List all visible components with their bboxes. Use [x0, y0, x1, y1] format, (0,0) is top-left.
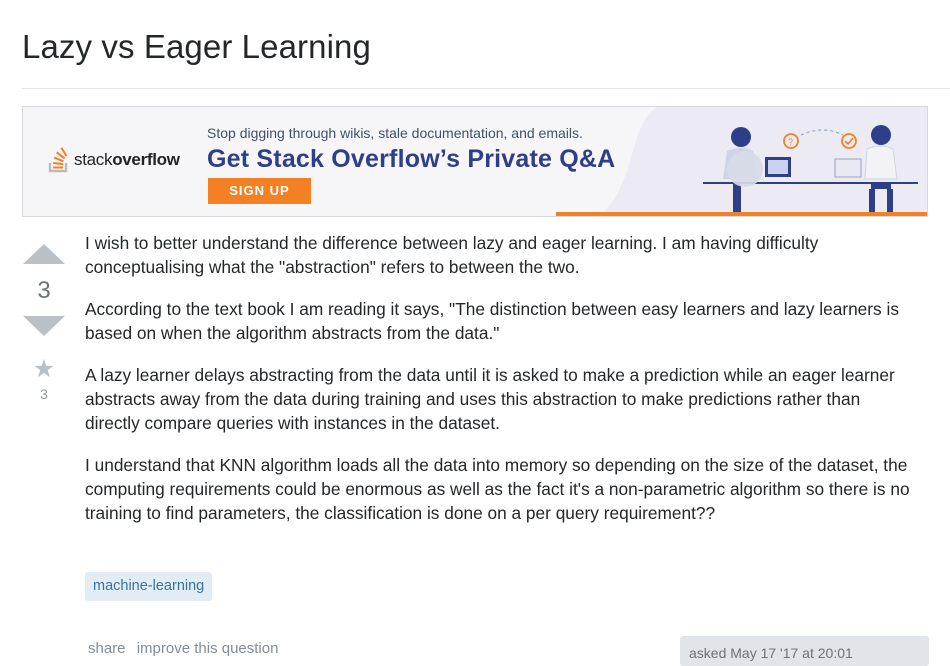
asked-timestamp[interactable]: asked May 17 '17 at 20:01 — [689, 645, 853, 661]
tag-machine-learning[interactable]: machine-learning — [85, 572, 213, 601]
stackoverflow-logo: stackoverflow — [48, 147, 180, 173]
vote-count: 3 — [37, 277, 51, 304]
post-menu: share improve this question — [88, 640, 285, 657]
page-title[interactable]: Lazy vs Eager Learning — [22, 28, 371, 66]
logo-word-bold: overflow — [112, 150, 180, 169]
logo-word-plain: stack — [74, 150, 113, 169]
svg-text:?: ? — [788, 137, 793, 147]
ad-tagline: Stop digging through wikis, stale docume… — [207, 125, 583, 141]
title-divider — [22, 88, 950, 89]
asked-info: asked May 17 '17 at 20:01 — [680, 636, 929, 666]
downvote-arrow-icon[interactable] — [23, 316, 65, 336]
question-paragraph: According to the text book I am reading … — [85, 299, 899, 343]
people-at-desk-illustration: ? — [703, 125, 918, 213]
favorite-star-icon[interactable]: ★ — [22, 356, 66, 382]
question-paragraph: I wish to better understand the differen… — [85, 233, 819, 277]
vote-column: 3 ★ 3 — [22, 240, 66, 402]
stackoverflow-logo-icon — [48, 147, 68, 173]
favorite-count: 3 — [40, 386, 48, 402]
ad-banner[interactable]: stackoverflow Stop digging through wikis… — [22, 106, 928, 217]
ad-headline: Get Stack Overflow’s Private Q&A — [207, 145, 616, 173]
ad-bottom-accent — [556, 212, 927, 216]
share-link[interactable]: share — [88, 640, 126, 657]
improve-question-link[interactable]: improve this question — [137, 640, 279, 657]
upvote-arrow-icon[interactable] — [23, 244, 65, 264]
question-paragraph: I understand that KNN algorithm loads al… — [85, 455, 910, 523]
question-body: I wish to better understand the differen… — [85, 231, 915, 543]
sign-up-button[interactable]: SIGN UP — [208, 178, 311, 204]
question-paragraph: A lazy learner delays abstracting from t… — [85, 365, 895, 433]
